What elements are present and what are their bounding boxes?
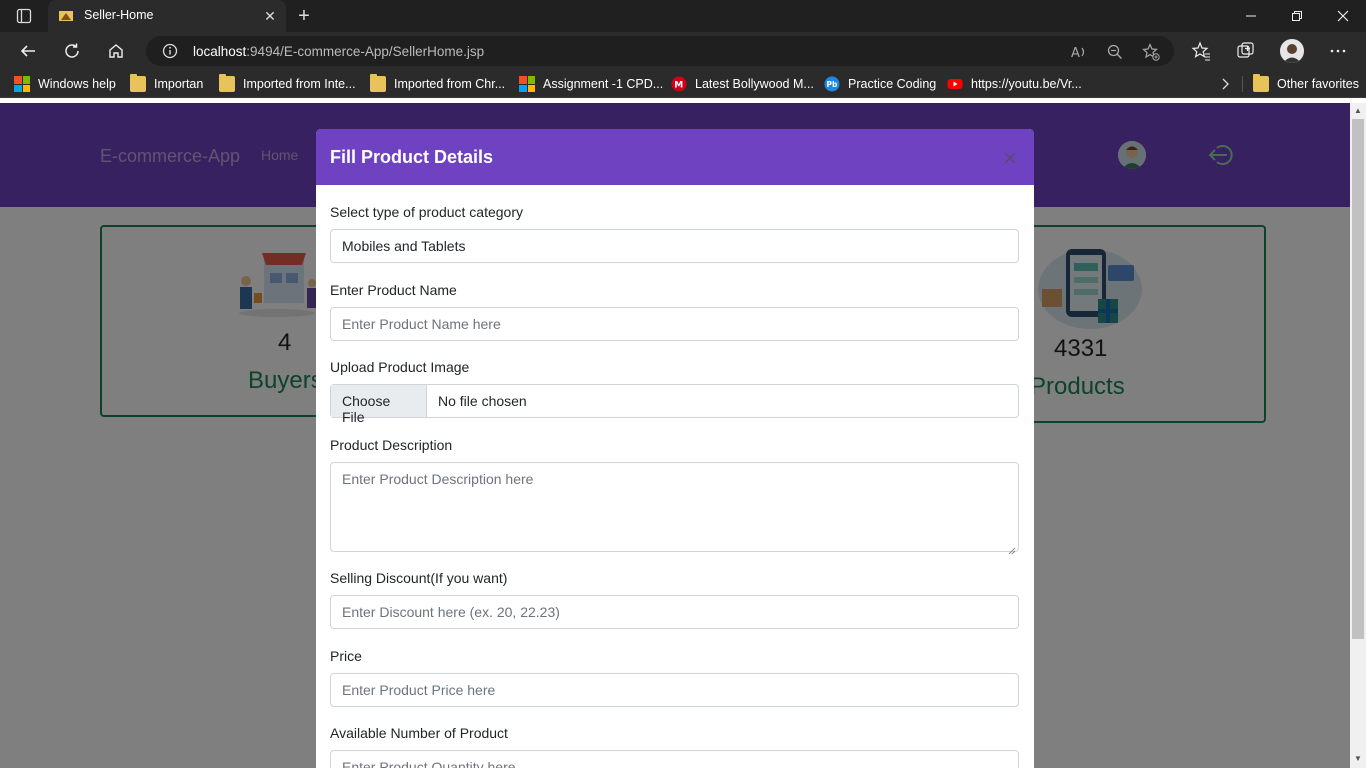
bookmark-youtube[interactable]: https://youtu.be/Vr... xyxy=(947,75,1082,93)
bookmarks-overflow-icon[interactable] xyxy=(1218,75,1232,93)
microsoft-logo-icon xyxy=(14,76,30,92)
bookmark-importan[interactable]: Importan xyxy=(130,74,204,93)
read-aloud-icon[interactable]: A xyxy=(1070,43,1088,61)
svg-text:M: M xyxy=(674,81,683,91)
address-bar[interactable]: localhost:9494/E-commerce-App/SellerHome… xyxy=(146,36,1174,66)
bookmark-label: Latest Bollywood M... xyxy=(695,77,814,91)
product-name-label: Enter Product Name xyxy=(330,282,457,298)
tab-title: Seller-Home xyxy=(84,8,154,22)
folder-icon xyxy=(370,74,386,92)
other-favorites[interactable]: Other favorites xyxy=(1253,74,1359,93)
bookmark-bollywood[interactable]: M Latest Bollywood M... xyxy=(671,75,814,93)
favorites-icon[interactable] xyxy=(1190,41,1212,61)
browser-tab-bar: Seller-Home ✕ + xyxy=(0,0,1366,32)
tab-actions-icon[interactable] xyxy=(8,6,40,26)
product-image-file-input[interactable]: Choose File No file chosen xyxy=(330,384,1019,425)
product-details-modal: Fill Product Details Select type of prod… xyxy=(316,129,1034,768)
folder-icon xyxy=(219,74,235,92)
minimize-icon[interactable] xyxy=(1228,6,1274,26)
pb-logo-icon: Pb xyxy=(824,76,840,92)
product-name-input[interactable]: Enter Product Name here xyxy=(330,307,1019,341)
refresh-icon[interactable] xyxy=(60,40,84,62)
quantity-input[interactable]: Enter Product Quantity here xyxy=(330,750,1019,768)
modal-title: Fill Product Details xyxy=(330,147,494,167)
bookmark-practice-coding[interactable]: Pb Practice Coding xyxy=(824,75,936,93)
bookmark-windows-help[interactable]: Windows help xyxy=(14,75,116,93)
price-label: Price xyxy=(330,648,362,664)
folder-icon xyxy=(130,74,146,92)
youtube-icon xyxy=(947,76,963,92)
bookmark-assignment[interactable]: Assignment -1 CPD... xyxy=(519,75,663,93)
close-window-icon[interactable] xyxy=(1320,6,1366,26)
category-label: Select type of product category xyxy=(330,204,523,220)
product-description-label: Product Description xyxy=(330,437,453,453)
category-select[interactable]: Mobiles and Tablets xyxy=(330,229,1019,263)
profile-avatar[interactable] xyxy=(1280,39,1304,63)
home-icon[interactable] xyxy=(104,40,128,62)
url-text: localhost:9494/E-commerce-App/SellerHome… xyxy=(193,44,484,59)
file-status-text: No file chosen xyxy=(438,393,527,409)
restore-icon[interactable] xyxy=(1274,6,1320,26)
folder-icon xyxy=(1253,74,1269,92)
scroll-down-icon[interactable]: ▼ xyxy=(1353,754,1363,764)
discount-input[interactable]: Enter Discount here (ex. 20, 22.23) xyxy=(330,595,1019,629)
bookmarks-bar: Windows help Importan Imported from Inte… xyxy=(0,70,1366,98)
discount-label: Selling Discount(If you want) xyxy=(330,570,508,586)
active-tab[interactable]: Seller-Home ✕ xyxy=(48,0,286,32)
modal-header: Fill Product Details xyxy=(316,129,1034,185)
svg-text:A: A xyxy=(1071,46,1080,61)
scrollbar-thumb[interactable] xyxy=(1352,119,1364,639)
product-image-label: Upload Product Image xyxy=(330,359,470,375)
bookmark-imported-from-chrome[interactable]: Imported from Chr... xyxy=(370,74,506,93)
bookmark-label: Practice Coding xyxy=(848,77,937,91)
bookmarks-divider xyxy=(1242,76,1243,92)
quantity-label: Available Number of Product xyxy=(330,725,508,741)
microsoft-logo-icon xyxy=(519,76,535,92)
zoom-icon[interactable] xyxy=(1106,43,1124,61)
scroll-up-icon[interactable]: ▲ xyxy=(1353,106,1363,116)
more-menu-icon[interactable] xyxy=(1327,41,1349,61)
page-scrollbar[interactable]: ▲ ▼ xyxy=(1350,103,1366,768)
site-info-icon[interactable] xyxy=(162,43,178,59)
url-host: localhost xyxy=(193,44,247,59)
bookmark-label: Importan xyxy=(154,77,204,91)
bookmark-imported-from-ie[interactable]: Imported from Inte... xyxy=(219,74,356,93)
svg-text:Pb: Pb xyxy=(827,80,838,89)
bookmark-label: Windows help xyxy=(38,77,116,91)
resize-handle-icon[interactable] xyxy=(1008,542,1016,555)
add-favorite-icon[interactable] xyxy=(1142,43,1160,61)
new-tab-icon[interactable]: + xyxy=(292,6,316,26)
close-icon[interactable] xyxy=(1003,151,1017,165)
price-input[interactable]: Enter Product Price here xyxy=(330,673,1019,707)
choose-file-button[interactable]: Choose File xyxy=(331,385,427,425)
bookmark-label: Assignment -1 CPD... xyxy=(543,77,664,91)
bookmark-label: Imported from Chr... xyxy=(394,77,506,91)
bookmark-label: Other favorites xyxy=(1277,77,1359,91)
bookmark-label: Imported from Inte... xyxy=(243,77,356,91)
tab-close-icon[interactable]: ✕ xyxy=(262,8,278,24)
product-description-textarea[interactable]: Enter Product Description here xyxy=(330,462,1019,552)
m-logo-icon: M xyxy=(671,76,687,92)
bookmark-label: https://youtu.be/Vr... xyxy=(971,77,1082,91)
back-icon[interactable] xyxy=(16,40,40,62)
browser-toolbar: localhost:9494/E-commerce-App/SellerHome… xyxy=(0,32,1366,70)
collections-icon[interactable] xyxy=(1235,41,1257,61)
site-favicon-icon xyxy=(58,8,74,24)
url-path: :9494/E-commerce-App/SellerHome.jsp xyxy=(246,44,485,59)
